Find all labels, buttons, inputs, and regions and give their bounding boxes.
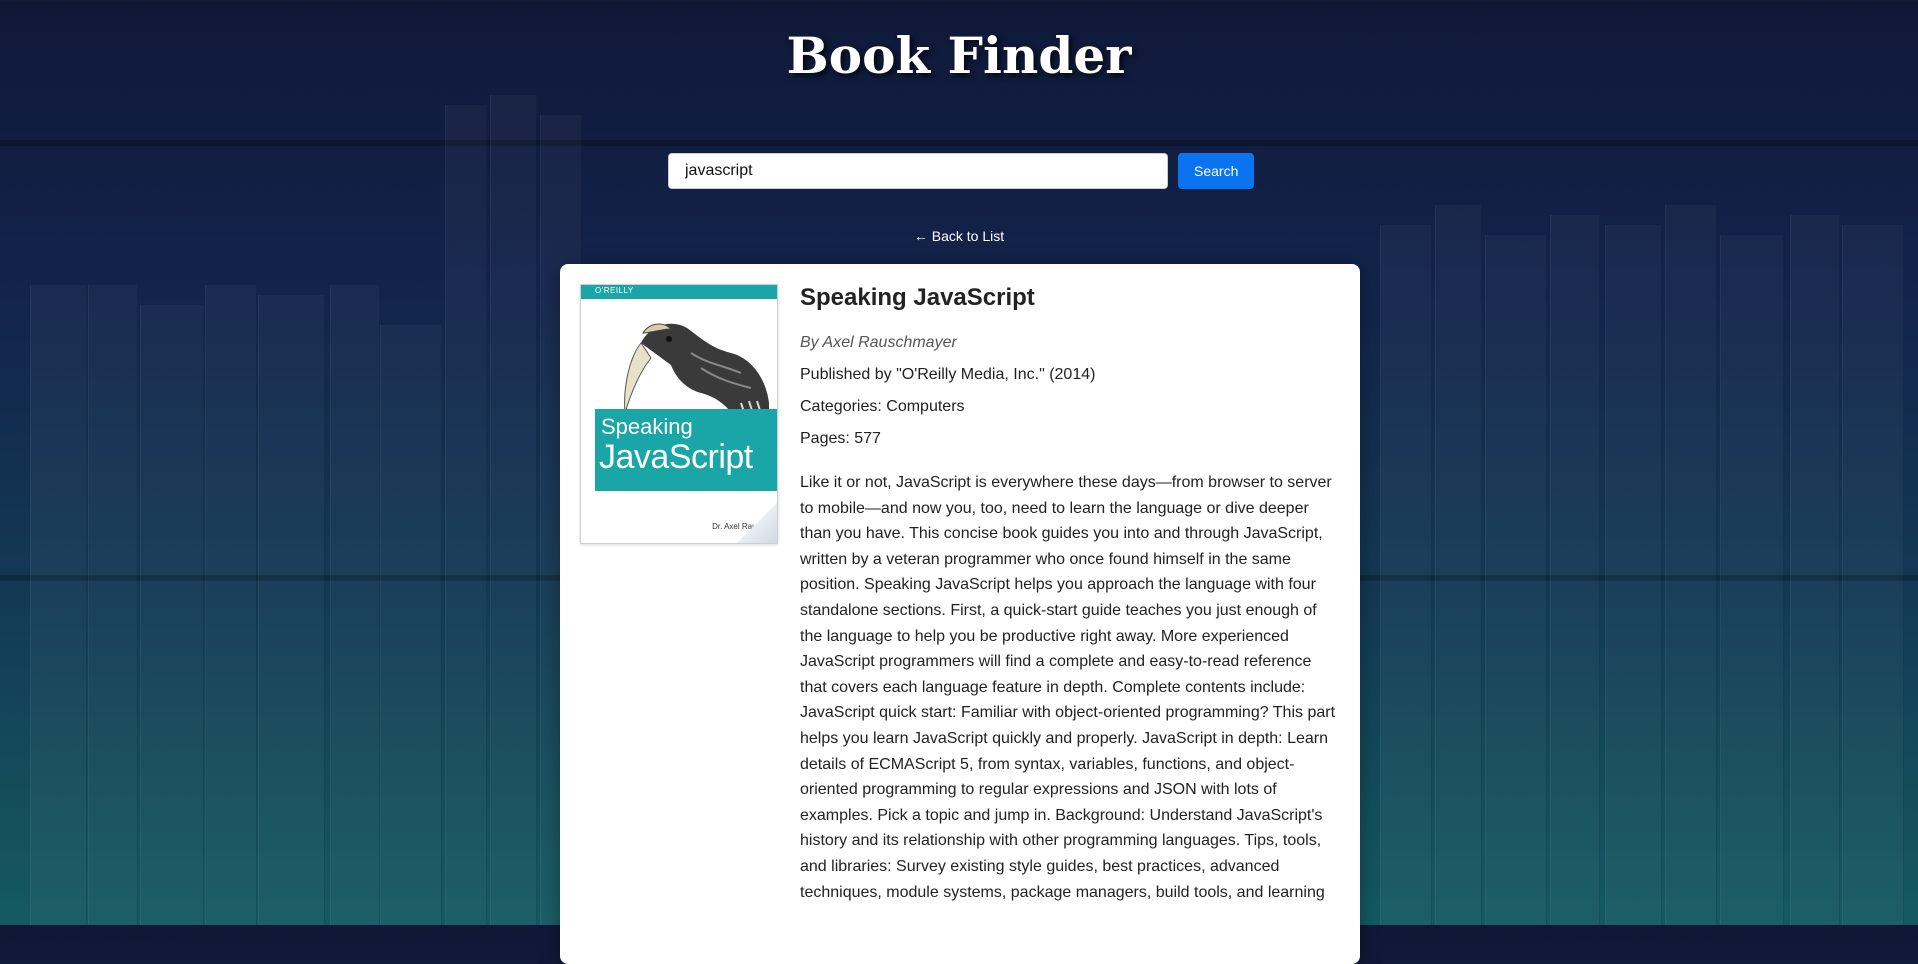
book-detail-card: O'REILLY Speaking JavaScript Dr. Axel Ra… [560,264,1360,964]
cover-title-line2: JavaScript [599,438,753,476]
book-title: Speaking JavaScript [800,284,1035,311]
cover-title-line1: Speaking [601,414,693,439]
search-input[interactable] [668,153,1168,189]
back-to-list-link[interactable]: ← Back to List [0,228,1918,244]
search-button[interactable]: Search [1178,153,1255,189]
book-details: Speaking JavaScript By Axel Rauschmayer … [800,284,1340,905]
book-publisher: Published by "O'Reilly Media, Inc." (201… [800,366,1096,383]
book-cover-image: O'REILLY Speaking JavaScript Dr. Axel Ra… [580,284,778,544]
app-title: Book Finder [786,26,1132,85]
book-pages: Pages: 577 [800,430,881,447]
cover-publisher-mark: O'REILLY [595,286,634,295]
search-bar: Search [668,153,1255,189]
book-description: Like it or not, JavaScript is everywhere… [800,474,1336,901]
page-container: Book Finder Search ← Back to List O'REIL… [0,0,1918,964]
book-categories: Categories: Computers [800,398,965,415]
book-author: By Axel Rauschmayer [800,334,957,351]
